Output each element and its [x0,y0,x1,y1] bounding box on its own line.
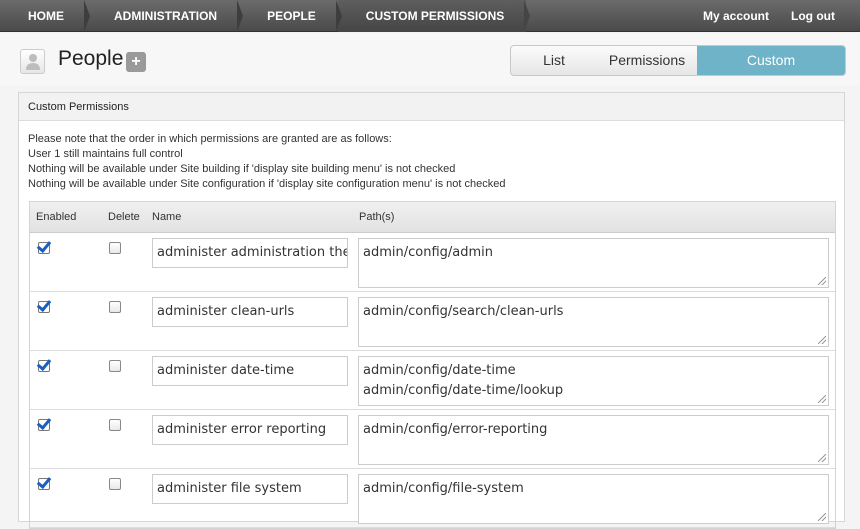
table-header: Enabled Delete Name Path(s) [30,202,835,233]
permission-name-input[interactable]: administer file system [152,474,348,504]
permission-name-input[interactable]: administer clean-urls [152,297,348,327]
breadcrumb-administration[interactable]: ADMINISTRATION [86,0,244,32]
add-user-button[interactable]: + [126,52,146,72]
table-row: administer error reporting admin/config/e… [30,410,835,469]
permission-paths-textarea[interactable]: admin/config/date-time admin/config/date… [358,356,829,406]
my-account-link[interactable]: My account [693,0,781,32]
permission-name-input[interactable]: administer error reporting [152,415,348,445]
permission-name-input[interactable]: administer date-time [152,356,348,386]
note-line: Please note that the order in which perm… [28,133,392,145]
table-row: administer clean-urls admin/config/search… [30,292,835,351]
account-links: My account Log out [693,0,860,32]
delete-checkbox[interactable] [109,301,121,313]
breadcrumb-home[interactable]: HOME [0,0,90,32]
column-name: Name [152,211,182,223]
resize-grip-icon[interactable] [818,454,826,462]
table-row: administer file system admin/config/file-… [30,469,835,528]
logout-link[interactable]: Log out [781,0,860,32]
view-tabs: List Permissions Custom Permissions [510,45,846,76]
permission-paths-textarea[interactable]: admin/config/search/clean-urls [358,297,829,347]
panel-title: Custom Permissions [19,93,844,121]
page-header: People + List Permissions Custom Permiss… [0,33,860,85]
permission-paths-textarea[interactable]: admin/config/file-system [358,474,829,524]
column-paths: Path(s) [359,211,395,223]
delete-checkbox[interactable] [109,419,121,431]
enabled-checkbox[interactable] [38,360,50,372]
column-enabled: Enabled [36,211,77,223]
column-delete: Delete [108,211,140,223]
permissions-table: Enabled Delete Name Path(s) administer a… [29,201,836,529]
resize-grip-icon[interactable] [818,336,826,344]
enabled-checkbox[interactable] [38,242,50,254]
breadcrumb: HOME ADMINISTRATION PEOPLE CUSTOM PERMIS… [0,0,531,32]
permission-paths-textarea[interactable]: admin/config/error-reporting [358,415,829,465]
table-body: administer administration the admin/confi… [30,233,835,528]
tab-custom-permissions[interactable]: Custom Permissions [697,46,845,75]
resize-grip-icon[interactable] [818,277,826,285]
enabled-checkbox[interactable] [38,478,50,490]
breadcrumb-people[interactable]: PEOPLE [239,0,342,32]
permission-paths-textarea[interactable]: admin/config/admin [358,238,829,288]
tab-list[interactable]: List [511,46,597,75]
note-line: Nothing will be available under Site bui… [28,163,456,175]
table-row: administer date-time admin/config/date-ti… [30,351,835,410]
user-icon [20,49,45,74]
delete-checkbox[interactable] [109,478,121,490]
note-line: User 1 still maintains full control [28,148,183,160]
notes: Please note that the order in which perm… [19,121,844,192]
table-row: administer administration the admin/confi… [30,233,835,292]
resize-grip-icon[interactable] [818,395,826,403]
page-title: People [58,47,124,70]
breadcrumb-custom-permissions[interactable]: CUSTOM PERMISSIONS [337,0,531,32]
permission-name-input[interactable]: administer administration the [152,238,348,268]
enabled-checkbox[interactable] [38,419,50,431]
note-line: Nothing will be available under Site con… [28,178,506,190]
top-nav-bar: HOME ADMINISTRATION PEOPLE CUSTOM PERMIS… [0,0,860,32]
tab-permissions[interactable]: Permissions [597,46,697,75]
custom-permissions-panel: Custom Permissions Please note that the … [18,92,845,529]
delete-checkbox[interactable] [109,360,121,372]
enabled-checkbox[interactable] [38,301,50,313]
delete-checkbox[interactable] [109,242,121,254]
resize-grip-icon[interactable] [818,513,826,521]
